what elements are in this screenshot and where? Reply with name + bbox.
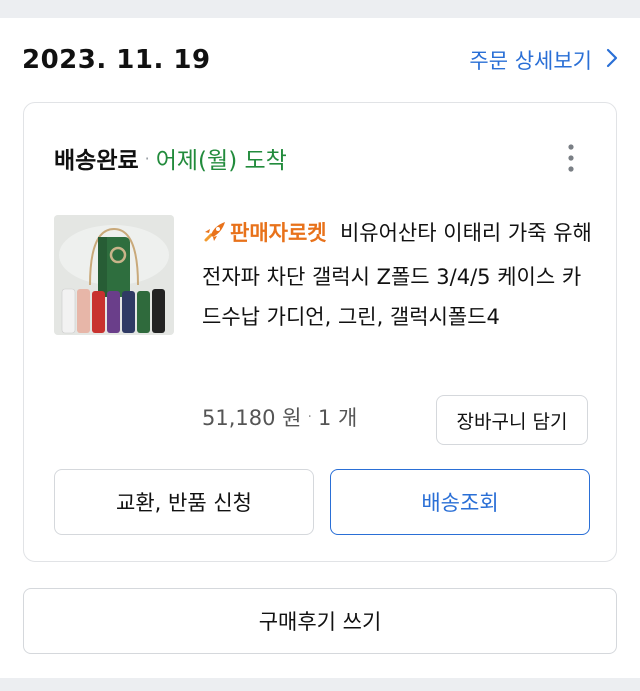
more-vertical-icon[interactable] bbox=[554, 141, 588, 175]
order-page: 2023. 11. 19 주문 상세보기 배송완료 · 어제(월) 도착 판매자… bbox=[0, 18, 640, 678]
write-review-button[interactable]: 구매후기 쓰기 bbox=[23, 588, 617, 654]
order-item-card: 배송완료 · 어제(월) 도착 판매자로켓 비유어산타 이태리 가죽 유해 전자… bbox=[23, 102, 617, 562]
delivery-status: 배송완료 · 어제(월) 도착 bbox=[54, 141, 596, 175]
rocket-badge: 판매자로켓 bbox=[230, 221, 327, 245]
price-quantity: 51,180 원 · 1 개 bbox=[202, 401, 357, 433]
rocket-icon bbox=[202, 217, 228, 257]
order-detail-label: 주문 상세보기 bbox=[469, 49, 592, 73]
order-detail-link[interactable]: 주문 상세보기 bbox=[469, 45, 618, 75]
order-header: 2023. 11. 19 주문 상세보기 bbox=[22, 40, 618, 80]
product-thumbnail[interactable] bbox=[54, 215, 174, 335]
arrival-date: 어제(월) 도착 bbox=[155, 148, 287, 174]
track-delivery-button[interactable]: 배송조회 bbox=[330, 469, 590, 535]
chevron-right-icon bbox=[606, 48, 618, 73]
delivery-status-label: 배송완료 bbox=[54, 148, 139, 174]
exchange-return-button[interactable]: 교환, 반품 신청 bbox=[54, 469, 314, 535]
order-actions: 교환, 반품 신청 배송조회 bbox=[54, 469, 590, 535]
add-to-cart-button[interactable]: 장바구니 담기 bbox=[436, 395, 588, 445]
status-separator: · bbox=[144, 148, 150, 168]
order-date: 2023. 11. 19 bbox=[22, 45, 211, 75]
price-separator: · bbox=[307, 409, 312, 425]
product-price: 51,180 원 bbox=[202, 406, 302, 430]
product-title[interactable]: 판매자로켓 비유어산타 이태리 가죽 유해 전자파 차단 갤럭시 Z폴드 3/4… bbox=[202, 213, 594, 337]
product-quantity: 1 개 bbox=[317, 406, 358, 430]
